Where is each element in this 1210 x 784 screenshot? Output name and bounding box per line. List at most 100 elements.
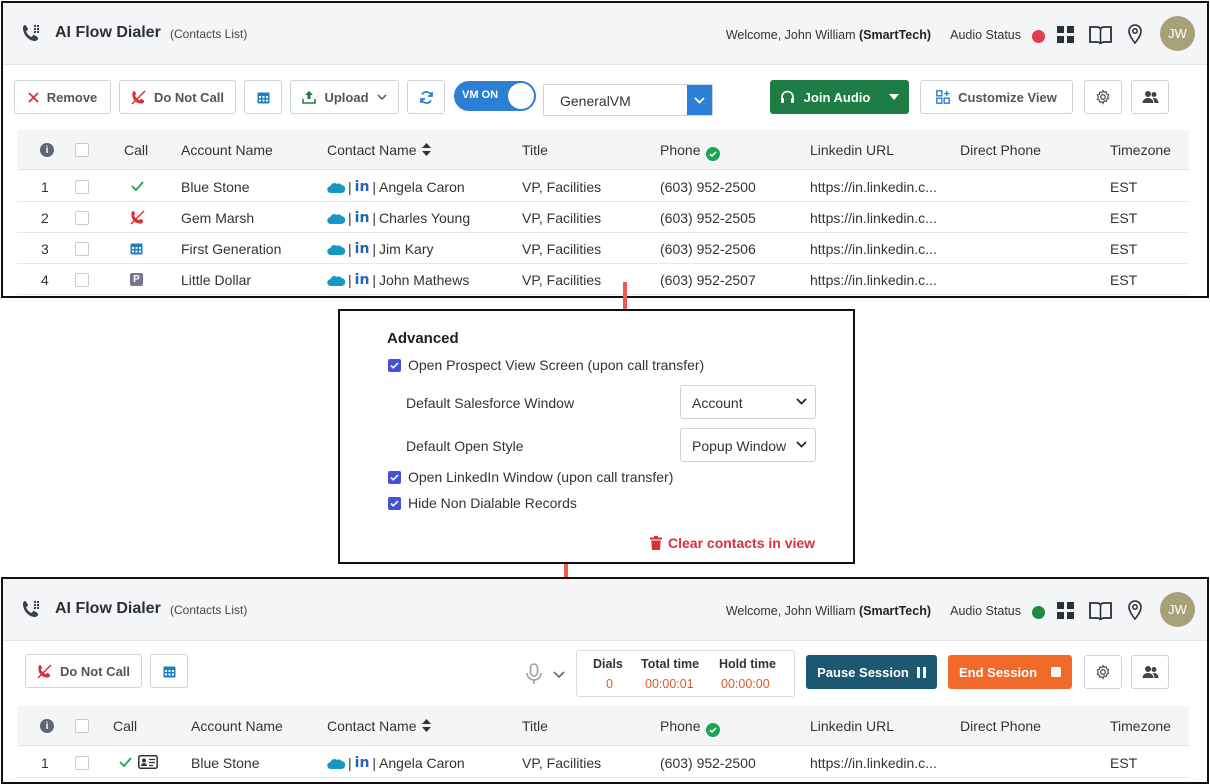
linkedin-url-cell[interactable]: https://in.linkedin.c... — [810, 272, 937, 288]
column-contact-name[interactable]: Contact Name — [327, 142, 432, 158]
column-account-name[interactable]: Account Name — [181, 142, 273, 158]
column-phone[interactable]: Phone — [660, 718, 721, 737]
linkedin-url-cell[interactable]: https://in.linkedin.c... — [810, 179, 937, 195]
end-session-button[interactable]: End Session — [948, 655, 1072, 689]
linkedin-icon[interactable]: in — [355, 210, 370, 226]
column-title[interactable]: Title — [522, 142, 548, 158]
column-contact-name[interactable]: Contact Name — [327, 718, 432, 734]
column-call: Call — [113, 718, 138, 734]
column-timezone[interactable]: Timezone — [1110, 718, 1171, 734]
column-title[interactable]: Title — [522, 718, 548, 734]
info-icon[interactable]: i — [40, 143, 54, 157]
schedule-button[interactable] — [244, 80, 282, 114]
contact-name-cell[interactable]: | in | John Mathews — [327, 272, 469, 288]
open-prospect-checkbox[interactable] — [388, 359, 401, 372]
vm-toggle-knob — [508, 83, 534, 109]
voicemail-select[interactable]: GeneralVM — [543, 84, 713, 116]
table-row[interactable]: 3 First Generation | in | Jim Kary VP, Fac… — [17, 233, 1189, 264]
contact-name-cell[interactable]: | in | Jim Kary — [327, 241, 434, 257]
account-name[interactable]: Blue Stone — [191, 755, 260, 771]
avatar[interactable]: JW — [1160, 592, 1195, 627]
column-timezone[interactable]: Timezone — [1110, 142, 1171, 158]
linkedin-icon[interactable]: in — [355, 179, 370, 195]
do-not-call-button[interactable]: Do Not Call — [25, 654, 142, 688]
salesforce-icon[interactable] — [327, 274, 345, 287]
contact-card-icon[interactable] — [138, 755, 158, 769]
table-row[interactable]: 4 P Little Dollar | in | John Mathews VP, … — [17, 264, 1189, 295]
column-account-name[interactable]: Account Name — [191, 718, 283, 734]
upload-button[interactable]: Upload — [290, 80, 399, 114]
salesforce-icon[interactable] — [327, 181, 345, 194]
column-linkedin-url[interactable]: Linkedin URL — [810, 142, 894, 158]
phone-cell[interactable]: (603) 952-2505 — [660, 210, 756, 226]
refresh-button[interactable] — [407, 80, 445, 114]
default-sf-window-select[interactable]: Account — [680, 385, 816, 419]
account-name[interactable]: Blue Stone — [181, 179, 250, 195]
account-name[interactable]: First Generation — [181, 241, 281, 257]
settings-button[interactable] — [1084, 655, 1122, 689]
column-direct-phone[interactable]: Direct Phone — [960, 142, 1041, 158]
join-audio-button[interactable]: Join Audio — [770, 80, 909, 114]
phone-cell[interactable]: (603) 952-2500 — [660, 755, 756, 771]
select-all-checkbox[interactable] — [75, 719, 89, 733]
default-open-style-select[interactable]: Popup Window — [680, 428, 816, 462]
schedule-button[interactable] — [150, 654, 188, 688]
app-subtitle: (Contacts List) — [170, 603, 248, 617]
contact-name-cell[interactable]: | in | Angela Caron — [327, 179, 465, 195]
row-checkbox[interactable] — [75, 242, 89, 256]
phone-cell[interactable]: (603) 952-2500 — [660, 179, 756, 195]
row-checkbox[interactable] — [75, 273, 89, 287]
linkedin-url-cell[interactable]: https://in.linkedin.c... — [810, 755, 937, 771]
grid-icon[interactable] — [1057, 602, 1074, 619]
row-checkbox[interactable] — [75, 211, 89, 225]
salesforce-icon[interactable] — [327, 243, 345, 256]
microphone-control[interactable] — [525, 663, 565, 688]
team-button[interactable] — [1131, 80, 1169, 114]
sort-icon[interactable] — [422, 719, 432, 732]
column-phone[interactable]: Phone — [660, 142, 721, 161]
column-linkedin-url[interactable]: Linkedin URL — [810, 718, 894, 734]
column-direct-phone[interactable]: Direct Phone — [960, 718, 1041, 734]
select-all-checkbox[interactable] — [75, 143, 89, 157]
salesforce-icon[interactable] — [327, 757, 345, 770]
linkedin-url-cell[interactable]: https://in.linkedin.c... — [810, 241, 937, 257]
row-checkbox[interactable] — [75, 756, 89, 770]
linkedin-icon[interactable]: in — [355, 272, 370, 288]
account-name[interactable]: Little Dollar — [181, 272, 251, 288]
book-icon[interactable] — [1089, 25, 1112, 44]
team-button[interactable] — [1131, 655, 1169, 689]
do-not-call-button[interactable]: Do Not Call — [119, 80, 236, 114]
settings-button[interactable] — [1084, 80, 1122, 114]
avatar[interactable]: JW — [1160, 16, 1195, 51]
open-linkedin-checkbox[interactable] — [388, 471, 401, 484]
gear-icon — [1096, 664, 1110, 680]
table-row[interactable]: 2 Gem Marsh | in | Charles Young VP, Facil… — [17, 202, 1189, 233]
salesforce-icon[interactable] — [327, 212, 345, 225]
pause-session-button[interactable]: Pause Session — [806, 655, 937, 689]
info-icon[interactable]: i — [40, 719, 54, 733]
hide-non-dialable-checkbox[interactable] — [388, 497, 401, 510]
location-pin-icon[interactable] — [1127, 24, 1143, 45]
location-pin-icon[interactable] — [1127, 600, 1143, 621]
row-checkbox[interactable] — [75, 180, 89, 194]
contact-name-cell[interactable]: | in | Charles Young — [327, 210, 470, 226]
chevron-down-icon[interactable] — [687, 85, 712, 115]
linkedin-url-cell[interactable]: https://in.linkedin.c... — [810, 210, 937, 226]
contact-name-cell[interactable]: | in | Angela Caron — [327, 755, 465, 771]
linkedin-icon[interactable]: in — [355, 755, 370, 771]
grid-icon[interactable] — [1057, 26, 1074, 43]
linkedin-icon[interactable]: in — [355, 241, 370, 257]
table-row[interactable]: 1 Blue Stone | in | Angela Caron VP, Facil… — [17, 171, 1189, 202]
phone-cell[interactable]: (603) 952-2506 — [660, 241, 756, 257]
book-icon[interactable] — [1089, 601, 1112, 620]
check-circle-icon — [706, 147, 721, 161]
timezone-cell: EST — [1110, 755, 1138, 771]
sort-icon[interactable] — [422, 143, 432, 156]
customize-view-button[interactable]: Customize View — [920, 80, 1073, 114]
clear-contacts-link[interactable]: Clear contacts in view — [650, 535, 815, 551]
account-name[interactable]: Gem Marsh — [181, 210, 254, 226]
table-row[interactable]: 1 Blue Stone | in | Angela Caron VP, Facil… — [17, 747, 1189, 778]
vm-toggle[interactable]: VM ON — [454, 81, 536, 111]
phone-cell[interactable]: (603) 952-2507 — [660, 272, 756, 288]
remove-button[interactable]: Remove — [14, 80, 111, 114]
